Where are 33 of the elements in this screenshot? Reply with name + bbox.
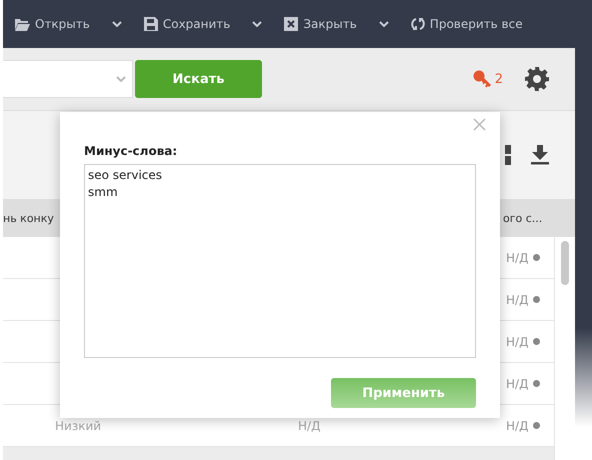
close-icon <box>473 118 486 131</box>
status-dot <box>533 338 540 345</box>
column-header: нь конку <box>3 212 55 224</box>
grid-icon[interactable] <box>505 145 511 165</box>
status-dot <box>533 422 540 429</box>
toolbar-button[interactable]: Открыть <box>15 17 90 31</box>
folder-icon <box>15 18 30 30</box>
status-dot <box>533 296 540 303</box>
key-count: 2 <box>494 72 503 86</box>
table-cell: Низкий <box>55 418 102 432</box>
key-icon[interactable] <box>472 70 491 88</box>
caret-icon <box>116 76 126 82</box>
download-icon[interactable] <box>531 145 549 165</box>
toolbar-button[interactable]: Закрыть <box>284 17 357 31</box>
table-cell: Н/Д <box>506 334 528 348</box>
table-cell: Н/Д <box>506 376 528 390</box>
status-dot <box>533 380 540 387</box>
status-dot <box>533 254 540 261</box>
toolbar-button[interactable]: Сохранить <box>144 17 230 31</box>
table-cell: Н/Д <box>506 250 528 264</box>
close-box-icon <box>284 17 298 31</box>
close-button[interactable] <box>473 118 486 131</box>
text-area[interactable]: seo services smm <box>84 164 476 358</box>
table-cell: Н/Д <box>298 418 320 432</box>
table-cell: Н/Д <box>506 418 528 432</box>
toolbar-button[interactable]: Проверить все <box>410 17 523 31</box>
field-label: Минус-слова: <box>84 144 178 158</box>
refresh-icon <box>410 17 425 31</box>
scroll-thumb[interactable] <box>561 241 569 285</box>
column-header: ого с... <box>503 212 542 224</box>
table-cell: Н/Д <box>506 292 528 306</box>
settings-icon[interactable] <box>525 67 549 91</box>
scrollbar[interactable] <box>554 237 575 460</box>
